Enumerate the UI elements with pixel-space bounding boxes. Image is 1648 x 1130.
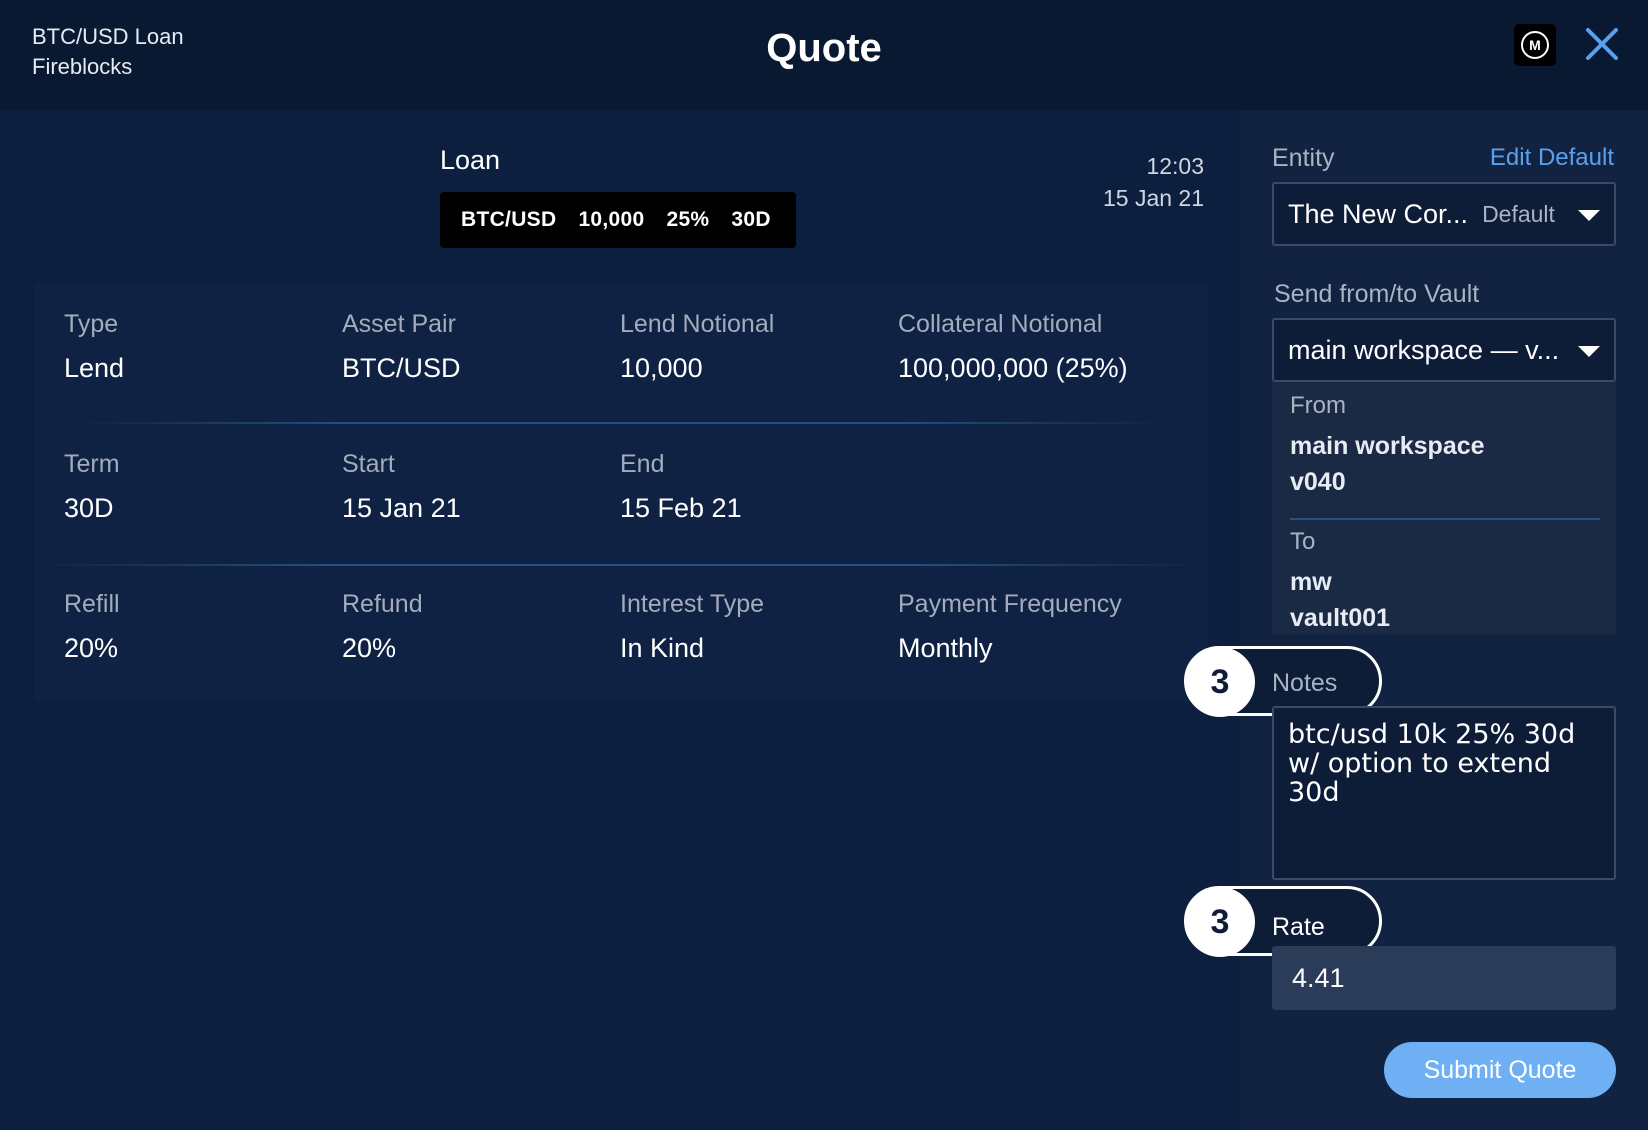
- vault-selected-value: main workspace — v...: [1288, 334, 1560, 365]
- detail-collateral-notional: Collateral Notional 100,000,000 (25%): [898, 310, 1128, 384]
- detail-asset-pair: Asset Pair BTC/USD: [342, 310, 461, 384]
- detail-value: BTC/USD: [342, 353, 461, 383]
- detail-end: End 15 Feb 21: [620, 450, 742, 524]
- detail-value: 20%: [64, 633, 119, 663]
- chevron-down-icon: [1578, 346, 1600, 357]
- quote-timestamp: 12:03 15 Jan 21: [1103, 150, 1204, 214]
- detail-label: End: [620, 450, 665, 478]
- detail-value: Lend: [64, 353, 125, 383]
- to-workspace: mw: [1290, 568, 1332, 596]
- detail-lend-notional: Lend Notional 10,000: [620, 310, 774, 384]
- vault-select[interactable]: main workspace — v...: [1272, 318, 1616, 382]
- detail-value: In Kind: [620, 633, 705, 663]
- detail-value: 15 Feb 21: [620, 493, 742, 523]
- vault-label: Send from/to Vault: [1274, 280, 1480, 308]
- entity-label: Entity: [1272, 144, 1335, 172]
- chevron-down-icon: [1578, 210, 1600, 221]
- quote-main: Loan BTC/USD 10,000 25% 30D 12:03 15 Jan…: [0, 110, 1240, 1130]
- quote-time: 12:03: [1146, 153, 1204, 179]
- details-row-3: Refill 20% Refund 20% Interest Type In K…: [34, 562, 1208, 672]
- vault-info-divider: [1290, 518, 1600, 520]
- chip-pair: BTC/USD: [461, 208, 557, 231]
- close-button[interactable]: [1584, 26, 1620, 62]
- detail-value: 20%: [342, 633, 397, 663]
- detail-label: Asset Pair: [342, 310, 456, 338]
- entity-selected-value: The New Cor...: [1288, 198, 1469, 229]
- detail-payment-frequency: Payment Frequency Monthly: [898, 590, 1122, 664]
- chip-term: 30D: [731, 208, 771, 231]
- chip-percent: 25%: [666, 208, 710, 231]
- details-row-1: Type Lend Asset Pair BTC/USD Lend Notion…: [34, 282, 1208, 392]
- m-logo-icon: M: [1514, 24, 1556, 66]
- detail-value: 15 Jan 21: [342, 493, 461, 523]
- detail-label: Lend Notional: [620, 310, 775, 338]
- detail-value: Monthly: [898, 633, 993, 663]
- detail-label: Interest Type: [620, 590, 765, 618]
- detail-value: 100,000,000 (25%): [898, 353, 1128, 383]
- vault-route-info: From main workspace v040 To mw vault001: [1272, 382, 1616, 634]
- notes-step-number: 3: [1185, 647, 1255, 717]
- notes-textarea[interactable]: btc/usd 10k 25% 30d w/ option to extend …: [1272, 706, 1616, 880]
- detail-start: Start 15 Jan 21: [342, 450, 461, 524]
- from-vault: v040: [1290, 468, 1346, 496]
- entity-select[interactable]: The New Cor... Default: [1272, 182, 1616, 246]
- detail-interest-type: Interest Type In Kind: [620, 590, 764, 664]
- to-label: To: [1290, 528, 1316, 555]
- edit-default-link[interactable]: Edit Default: [1490, 144, 1614, 172]
- detail-value: 10,000: [620, 353, 703, 383]
- detail-refund: Refund 20%: [342, 590, 423, 664]
- chip-notional: 10,000: [578, 208, 645, 231]
- rate-step-number: 3: [1185, 887, 1255, 957]
- notes-label: Notes: [1272, 669, 1338, 697]
- detail-label: Payment Frequency: [898, 590, 1122, 618]
- detail-label: Term: [64, 450, 120, 478]
- detail-label: Type: [64, 310, 119, 338]
- detail-label: Collateral Notional: [898, 310, 1103, 338]
- loan-details-card: Type Lend Asset Pair BTC/USD Lend Notion…: [34, 282, 1208, 702]
- quote-header: BTC/USD Loan Fireblocks Quote M: [0, 0, 1648, 110]
- detail-refill: Refill 20%: [64, 590, 120, 664]
- logo-letter: M: [1521, 31, 1549, 59]
- submit-quote-button[interactable]: Submit Quote: [1384, 1042, 1616, 1098]
- detail-value: 30D: [64, 493, 114, 523]
- rate-input[interactable]: [1272, 946, 1616, 1010]
- entity-default-hint: Default: [1482, 200, 1555, 227]
- detail-label: Refill: [64, 590, 120, 618]
- close-icon: [1586, 28, 1618, 60]
- detail-term: Term 30D: [64, 450, 120, 524]
- from-workspace: main workspace: [1290, 432, 1485, 460]
- details-row-2: Term 30D Start 15 Jan 21 End 15 Feb 21: [34, 422, 1208, 532]
- loan-title: Loan: [440, 145, 501, 175]
- rate-label: Rate: [1272, 913, 1325, 941]
- from-label: From: [1290, 392, 1346, 419]
- detail-label: Refund: [342, 590, 423, 618]
- detail-label: Start: [342, 450, 395, 478]
- page-title: Quote: [766, 26, 882, 70]
- quote-date: 15 Jan 21: [1102, 185, 1204, 211]
- detail-type: Type Lend: [64, 310, 124, 384]
- loan-summary-chip: BTC/USD 10,000 25% 30D: [440, 192, 796, 248]
- to-vault: vault001: [1290, 604, 1391, 632]
